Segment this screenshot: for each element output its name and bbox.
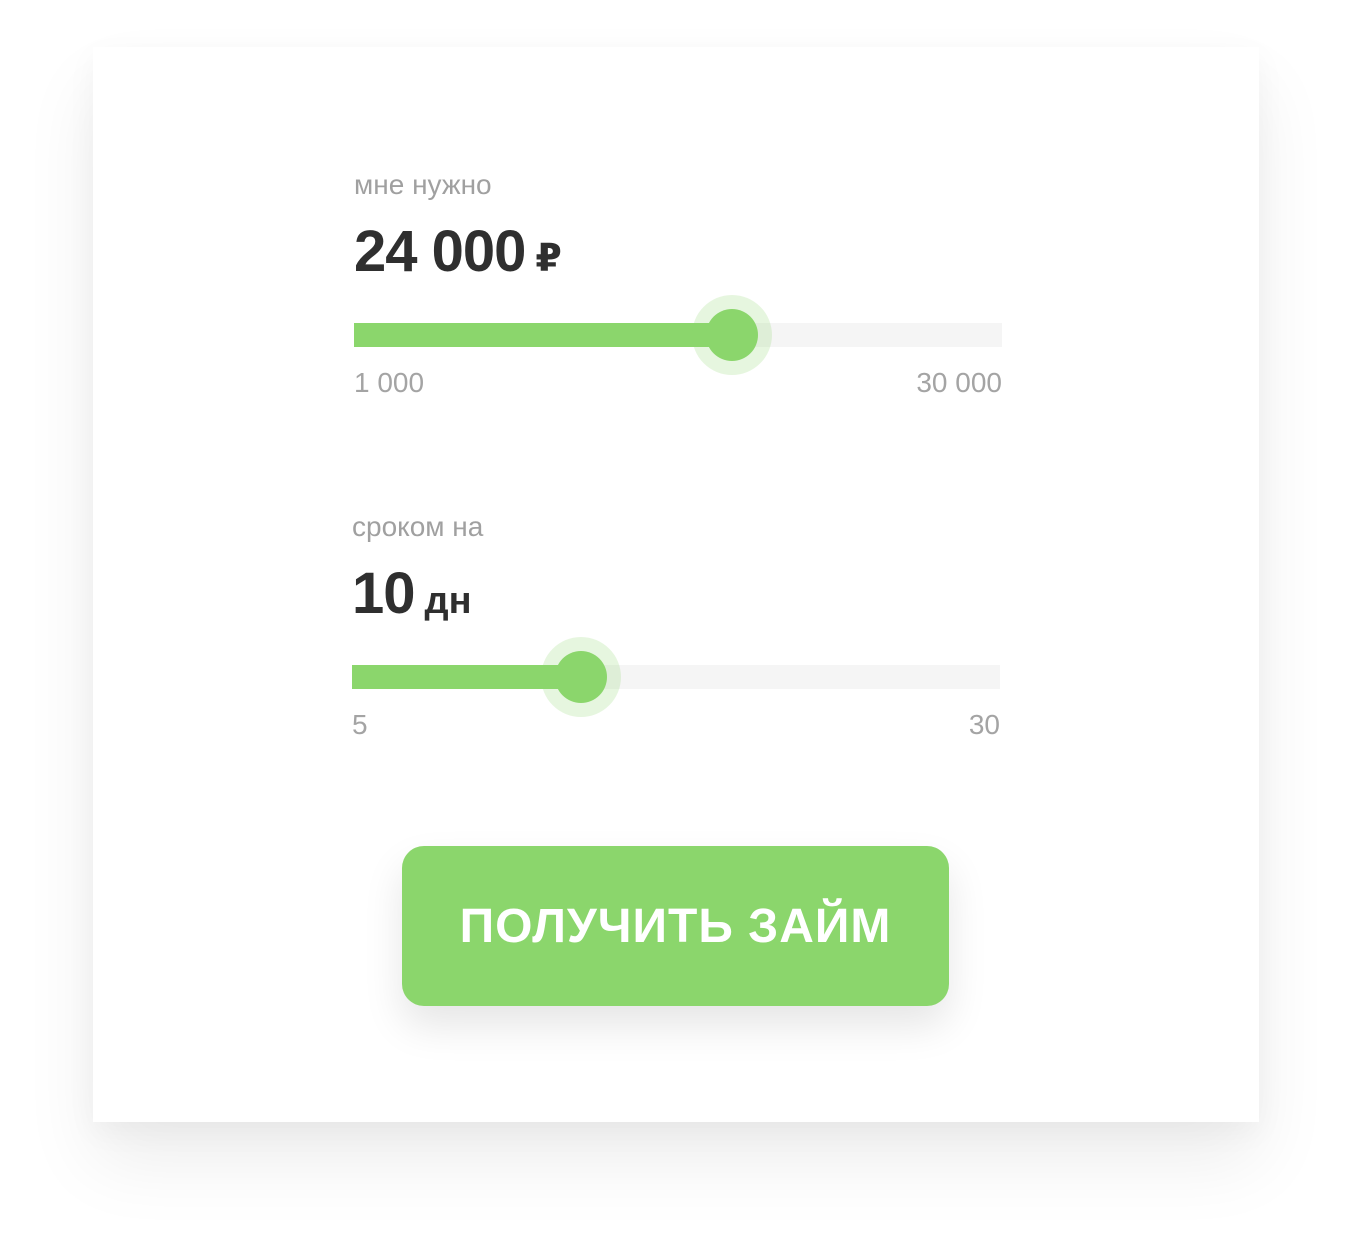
term-label: сроком на [352, 511, 484, 542]
term-max-label: 30 [968, 709, 1000, 740]
term-slider-thumb[interactable] [541, 637, 622, 717]
term-slider-thumb-knob [555, 651, 608, 703]
amount-value-number: 24 000 [354, 219, 526, 284]
term-min-label: 5 [352, 709, 368, 740]
amount-slider-track[interactable] [354, 323, 1002, 347]
amount-max-label: 30 000 [916, 367, 1002, 398]
term-slider-track[interactable] [352, 665, 1000, 689]
loan-calculator-card: мне нужно 24 000 ₽ 1 000 30 000 сроком на… [93, 47, 1259, 1122]
term-field: сроком на 10 дн 5 30 [352, 509, 1000, 749]
amount-slider-thumb-knob [705, 309, 758, 361]
amount-slider-fill [354, 323, 732, 347]
amount-slider-thumb[interactable] [691, 295, 772, 375]
amount-min-label: 1 000 [354, 367, 425, 398]
amount-value: 24 000 ₽ [354, 223, 562, 281]
get-loan-button[interactable]: ПОЛУЧИТЬ ЗАЙМ [402, 846, 949, 1006]
amount-currency: ₽ [535, 238, 562, 280]
get-loan-button-label: ПОЛУЧИТЬ ЗАЙМ [459, 899, 892, 953]
amount-label: мне нужно [354, 169, 492, 200]
term-unit: дн [424, 580, 472, 622]
term-value: 10 дн [352, 565, 472, 623]
term-value-number: 10 [352, 561, 416, 626]
amount-field: мне нужно 24 000 ₽ 1 000 30 000 [354, 167, 1002, 407]
